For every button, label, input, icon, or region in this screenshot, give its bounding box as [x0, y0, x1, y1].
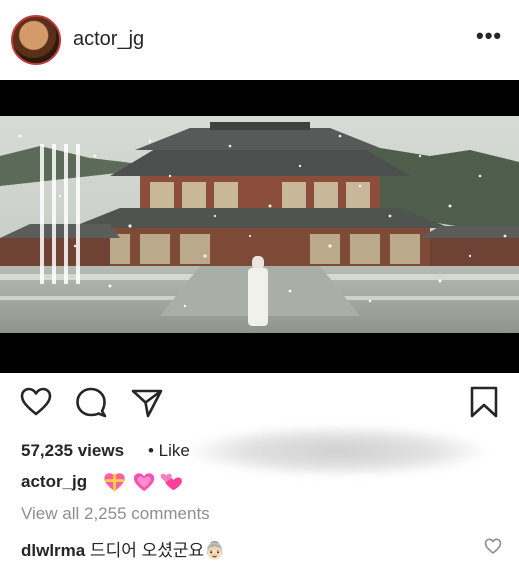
comment-username[interactable]: dlwlrma — [21, 541, 85, 560]
video-frame — [0, 116, 519, 333]
post-actions — [0, 385, 519, 425]
comment-item: dlwlrma 드디어 오셨군요👵🏻 — [21, 536, 225, 561]
paper-plane-icon[interactable] — [130, 385, 164, 419]
post-header: actor_jg ••• — [0, 0, 519, 80]
blurred-likes-overlay — [188, 426, 488, 476]
heart-outline-icon[interactable] — [19, 385, 53, 419]
post-username[interactable]: actor_jg — [73, 28, 144, 51]
comment-bubble-icon[interactable] — [74, 385, 108, 419]
two-hearts-icon — [160, 473, 182, 491]
gift-heart-icon — [104, 473, 125, 492]
more-options-icon[interactable]: ••• — [476, 25, 502, 47]
avatar[interactable] — [11, 15, 61, 65]
caption-username[interactable]: actor_jg — [21, 472, 87, 492]
comment-text: 드디어 오셨군요👵🏻 — [89, 541, 226, 560]
heart-emojis — [104, 473, 182, 492]
growing-heart-icon — [133, 473, 155, 492]
post-video[interactable] — [0, 80, 519, 373]
view-all-comments-link[interactable]: View all 2,255 comments — [21, 504, 210, 524]
view-count[interactable]: 57,235 views — [21, 441, 124, 461]
palace-scene — [0, 116, 519, 333]
comment-like-heart-icon[interactable] — [484, 537, 502, 555]
likes-label[interactable]: • Like — [148, 441, 190, 461]
bookmark-icon[interactable] — [467, 385, 501, 419]
